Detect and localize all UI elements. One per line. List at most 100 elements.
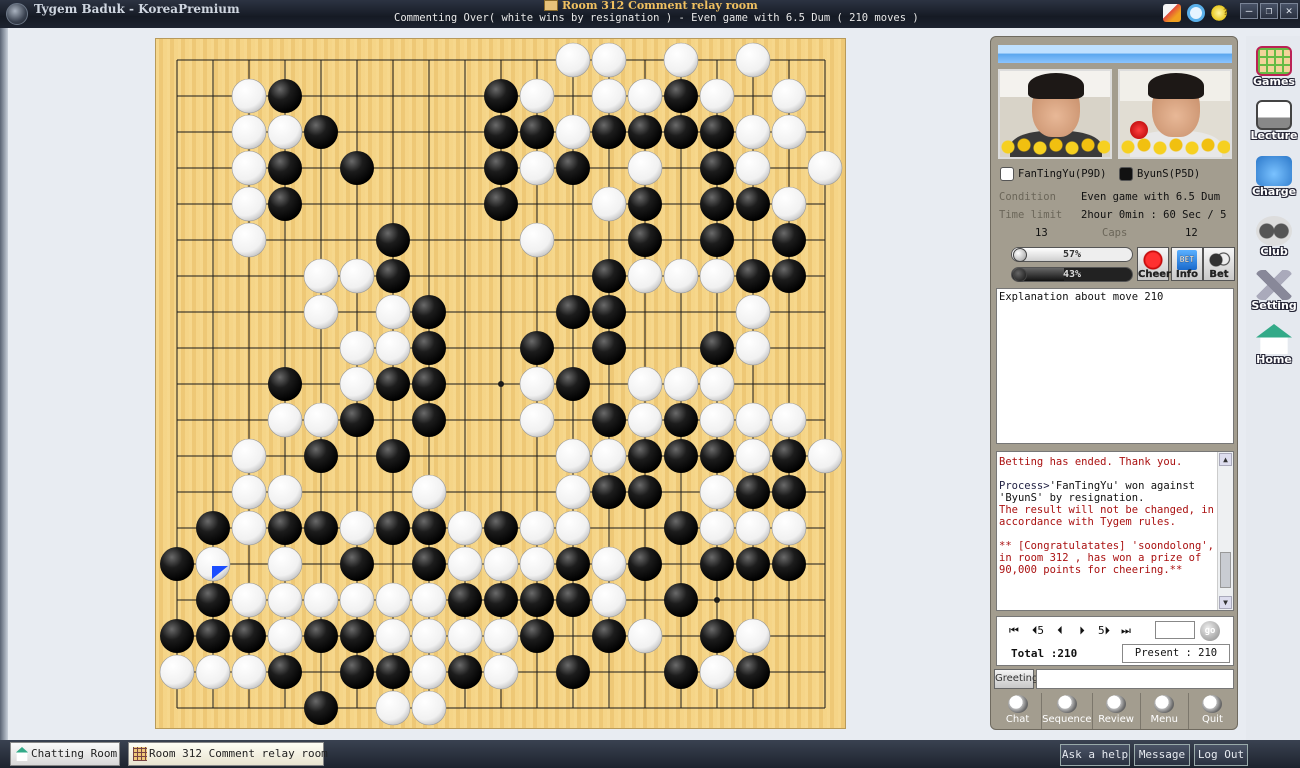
- white-stone: [627, 258, 663, 294]
- first-move-button[interactable]: ⏮: [1005, 624, 1023, 638]
- white-stone: [591, 546, 627, 582]
- close-button[interactable]: ✕: [1280, 3, 1298, 19]
- black-stone: [772, 223, 806, 257]
- sidebar-item-club[interactable]: Club: [1250, 214, 1298, 272]
- black-stone: [268, 367, 302, 401]
- white-stone: [807, 150, 843, 186]
- minimize-button[interactable]: –: [1240, 3, 1258, 19]
- black-stone: [412, 403, 446, 437]
- sidebar-item-games[interactable]: Games: [1250, 44, 1298, 102]
- message-button[interactable]: Message: [1134, 744, 1190, 766]
- go-board-grid[interactable]: [156, 39, 847, 730]
- black-stone: [736, 187, 770, 221]
- tab-chatting-room[interactable]: Chatting Room: [10, 742, 120, 766]
- ask-help-button[interactable]: Ask a help: [1060, 744, 1130, 766]
- chat-input[interactable]: [1036, 669, 1234, 689]
- black-stone: [592, 619, 626, 653]
- time-limit-label: Time limit: [999, 209, 1063, 221]
- chat-scrollbar[interactable]: ▲ ▼: [1217, 452, 1233, 610]
- go-board-icon: [1256, 46, 1292, 76]
- menu-button[interactable]: Menu: [1141, 693, 1189, 729]
- sidebar-item-home[interactable]: Home: [1250, 322, 1298, 380]
- white-stone: [555, 474, 591, 510]
- next-move-button[interactable]: ⏵: [1073, 624, 1091, 638]
- white-player[interactable]: FanTingYu(P9D): [1000, 165, 1107, 183]
- white-stone: [735, 438, 771, 474]
- bottom-taskbar: Chatting Room Room 312 Comment relay roo…: [0, 740, 1300, 768]
- review-button[interactable]: Review: [1093, 693, 1141, 729]
- black-stone: [628, 439, 662, 473]
- rose-icon: [1130, 121, 1148, 139]
- move-navigation: ⏮ ⏴5 ⏴ ⏵ 5⏵ ⏭ go Total :210 Present : 21…: [996, 616, 1234, 666]
- edit-icon[interactable]: [1163, 4, 1181, 22]
- sidebar-item-setting[interactable]: Setting: [1250, 268, 1298, 326]
- white-stone: [267, 474, 303, 510]
- game-status-text: Commenting Over( white wins by resignati…: [394, 12, 919, 24]
- white-stone: [771, 186, 807, 222]
- logout-button[interactable]: Log Out: [1194, 744, 1248, 766]
- sidebar-item-charge[interactable]: Charge: [1250, 154, 1298, 212]
- white-stone: [663, 42, 699, 78]
- white-stone: [555, 42, 591, 78]
- tv-icon: [1256, 100, 1292, 130]
- white-stone: [411, 618, 447, 654]
- white-stone: [519, 78, 555, 114]
- search-icon[interactable]: [1187, 4, 1205, 22]
- forward-5-button[interactable]: 5⏵: [1093, 624, 1115, 638]
- black-stone: [484, 187, 518, 221]
- black-stone: [484, 151, 518, 185]
- white-stone: [627, 78, 663, 114]
- maximize-button[interactable]: ❐: [1260, 3, 1278, 19]
- rose-icon: [1138, 250, 1168, 270]
- back-5-button[interactable]: ⏴5: [1027, 624, 1049, 638]
- go-button[interactable]: go: [1200, 621, 1220, 641]
- cheer-button[interactable]: Cheer: [1137, 247, 1171, 281]
- go-board[interactable]: [155, 38, 846, 729]
- black-stone: [232, 619, 266, 653]
- black-stone: [340, 151, 374, 185]
- white-stone: [375, 618, 411, 654]
- quit-button[interactable]: Quit: [1189, 693, 1236, 729]
- black-stone: [772, 475, 806, 509]
- greeting-button[interactable]: Greeting: [994, 669, 1038, 689]
- black-player[interactable]: ByunS(P5D): [1119, 165, 1200, 183]
- exit-door-icon: [1202, 695, 1223, 713]
- chat-button[interactable]: Chat: [994, 693, 1043, 729]
- white-stone: [375, 330, 411, 366]
- bet-button[interactable]: Bet: [1203, 247, 1235, 281]
- sidebar-item-lecture[interactable]: Lecture: [1250, 98, 1298, 156]
- previous-move-button[interactable]: ⏴: [1051, 624, 1069, 638]
- move-explanation-box[interactable]: Explanation about move 210: [996, 288, 1234, 444]
- chat-log[interactable]: Betting has ended. Thank you. Process>'F…: [996, 451, 1234, 611]
- white-stone: [591, 78, 627, 114]
- info-button[interactable]: BET Info: [1171, 247, 1203, 281]
- black-stone: [700, 187, 734, 221]
- black-stone: [700, 439, 734, 473]
- tab-room-312[interactable]: Room 312 Comment relay room: [128, 742, 328, 766]
- black-stone: [628, 223, 662, 257]
- black-stone: [628, 475, 662, 509]
- scroll-thumb[interactable]: [1220, 552, 1231, 588]
- black-stone: [304, 691, 338, 725]
- white-stone: [231, 186, 267, 222]
- dice-icon: [1204, 250, 1234, 270]
- black-stone: [736, 259, 770, 293]
- white-stone: [411, 654, 447, 690]
- white-stone: [483, 654, 519, 690]
- white-stone: [339, 582, 375, 618]
- black-cheer-percent: 43%: [1062, 269, 1082, 280]
- menu-book-icon: [1154, 695, 1175, 713]
- scroll-up-arrow-icon[interactable]: ▲: [1219, 453, 1232, 466]
- black-stone: [700, 223, 734, 257]
- help-bulb-icon[interactable]: ?: [1210, 4, 1228, 22]
- white-stone: [771, 114, 807, 150]
- scroll-down-arrow-icon[interactable]: ▼: [1219, 596, 1232, 609]
- white-stone: [231, 510, 267, 546]
- white-stone: [735, 402, 771, 438]
- move-number-input[interactable]: [1155, 621, 1195, 639]
- white-stone: [771, 78, 807, 114]
- black-stone-icon: [1119, 167, 1133, 181]
- sequence-button[interactable]: Sequence: [1042, 693, 1093, 729]
- white-stone: [231, 654, 267, 690]
- last-move-button[interactable]: ⏭: [1117, 624, 1135, 638]
